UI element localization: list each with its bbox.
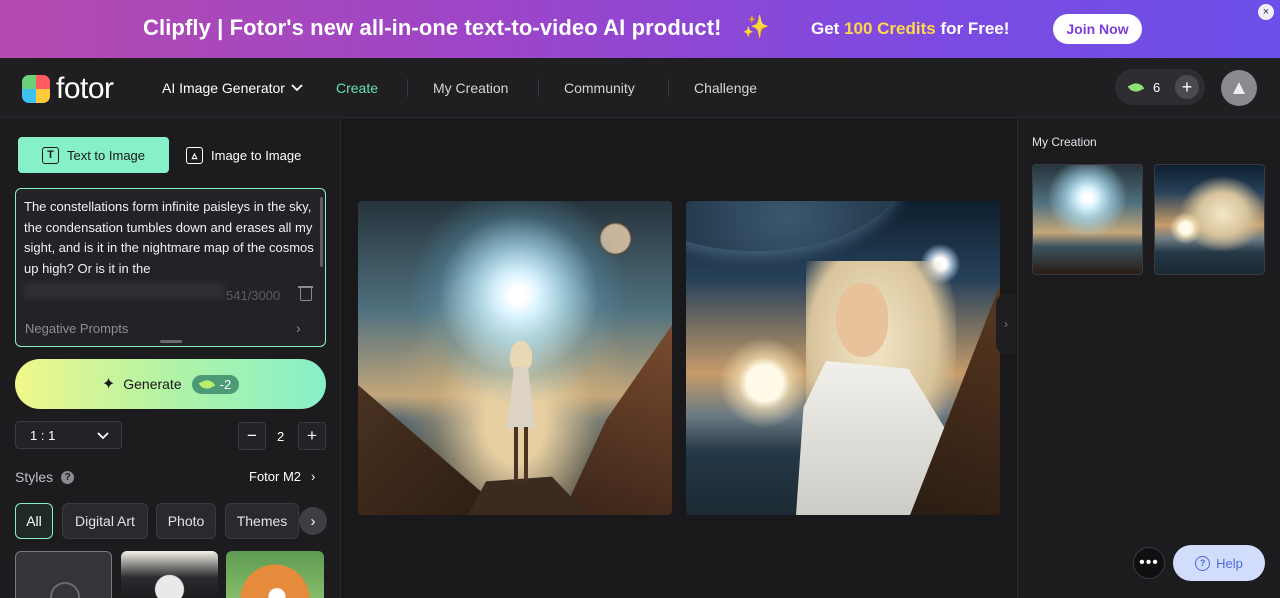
styles-label: Styles [15,469,54,485]
style-chip-photo[interactable]: Photo [156,503,216,539]
chevron-right-icon[interactable]: › [296,320,301,336]
resize-handle[interactable] [160,340,182,343]
user-avatar[interactable] [1221,70,1257,106]
hair [510,341,532,371]
nav-divider [668,79,669,97]
user-avatar-icon [1233,82,1245,94]
model-selector[interactable]: Fotor M2 › [249,469,315,484]
style-thumb-shiba[interactable] [226,551,324,598]
history-thumb-1[interactable] [1032,164,1143,275]
increase-count-button[interactable]: + [298,422,326,450]
legs [514,427,528,481]
sparkle-icon: ✨ [742,14,770,39]
my-creation-title: My Creation [1032,135,1097,149]
styles-heading: Styles ? [15,469,75,485]
model-label: Fotor M2 [249,469,302,484]
nav-challenge[interactable]: Challenge [694,80,757,96]
prompt-scrollbar[interactable] [320,197,323,267]
chevron-down-icon [291,84,303,92]
face-shape [836,283,888,357]
prompt-fade [24,283,224,299]
add-credits-button[interactable]: + [1175,75,1199,99]
tab-image-to-image-label: Image to Image [211,147,302,163]
help-circle-icon: ? [1195,555,1211,571]
generated-image-1[interactable] [358,201,672,515]
help-icon[interactable]: ? [61,470,75,484]
credits-suffix: for Free! [935,19,1010,38]
magic-wand-icon: ✦ [101,376,116,393]
more-options-button[interactable]: ••• [1133,547,1165,579]
trash-icon[interactable] [298,286,313,301]
generate-cost-badge: -2 [191,374,240,394]
close-icon[interactable]: × [1258,4,1274,20]
join-now-button[interactable]: Join Now [1053,14,1142,44]
credit-count: 6 [1153,79,1161,95]
style-chip-digital-art[interactable]: Digital Art [62,503,148,539]
right-panel: My Creation [1017,119,1280,598]
generated-image-2[interactable] [686,201,1000,515]
top-nav: fotor AI Image Generator Create My Creat… [0,58,1280,118]
ai-image-generator-menu[interactable]: AI Image Generator [162,80,303,96]
tab-text-to-image-label: Text to Image [66,147,146,163]
prompt-textarea[interactable]: The constellations form infinite paisley… [24,197,314,279]
char-count: 541/3000 [226,288,281,303]
prompt-box[interactable]: The constellations form infinite paisley… [15,188,326,347]
style-chip-themes[interactable]: Themes [225,503,299,539]
chevron-right-icon: › [311,469,316,484]
planet-shape [686,201,906,251]
girl-figure [504,341,538,481]
nav-my-creation[interactable]: My Creation [433,80,508,96]
credits-pill[interactable]: 6 + [1115,69,1205,105]
promo-banner: Clipfly | Fotor's new all-in-one text-to… [0,0,1280,58]
credits-prefix: Get [811,19,845,38]
expand-panel-chevron-icon[interactable]: › [996,294,1016,354]
aspect-ratio-value: 1 : 1 [30,427,56,443]
generate-button[interactable]: ✦ Generate -2 [15,359,326,409]
fotor-logo[interactable]: fotor [22,72,114,106]
nav-divider [538,79,539,97]
text-icon: T [41,146,59,164]
nav-divider [407,79,408,97]
chevron-down-icon [97,432,109,440]
result-canvas: › [342,119,1016,598]
nav-community[interactable]: Community [564,80,635,96]
generate-label: Generate [123,376,182,392]
decrease-count-button[interactable]: − [238,422,266,450]
fotor-logo-icon [22,75,50,103]
leaf-credit-icon [198,376,215,392]
style-chip-all[interactable]: All [15,503,53,539]
chevron-right-icon[interactable]: › [299,507,327,535]
logo-text: fotor [56,72,114,105]
ai-image-generator-label: AI Image Generator [162,80,285,96]
leaf-credit-icon [1127,79,1145,95]
image-icon: ▵ [186,146,203,164]
cliff-shape [562,325,672,515]
negative-prompts-label[interactable]: Negative Prompts [25,321,128,336]
style-thumb-dog[interactable] [121,551,218,598]
left-panel: T Text to Image ▵ Image to Image The con… [0,119,341,598]
style-thumb-none[interactable] [15,551,112,598]
help-label: Help [1216,555,1243,571]
tab-text-to-image[interactable]: T Text to Image [18,137,169,173]
generate-cost: -2 [219,376,232,392]
image-count: 2 [277,429,285,444]
nav-create[interactable]: Create [336,80,378,96]
credits-highlight: 100 Credits [844,19,936,38]
aspect-ratio-select[interactable]: 1 : 1 [15,421,122,449]
help-button[interactable]: ? Help [1173,545,1265,581]
dress [507,367,535,429]
banner-headline: Clipfly | Fotor's new all-in-one text-to… [143,15,722,40]
banner-credits-offer: Get 100 Credits for Free! [811,19,1009,39]
tab-image-to-image[interactable]: ▵ Image to Image [186,137,301,173]
history-thumb-2[interactable] [1154,164,1265,275]
